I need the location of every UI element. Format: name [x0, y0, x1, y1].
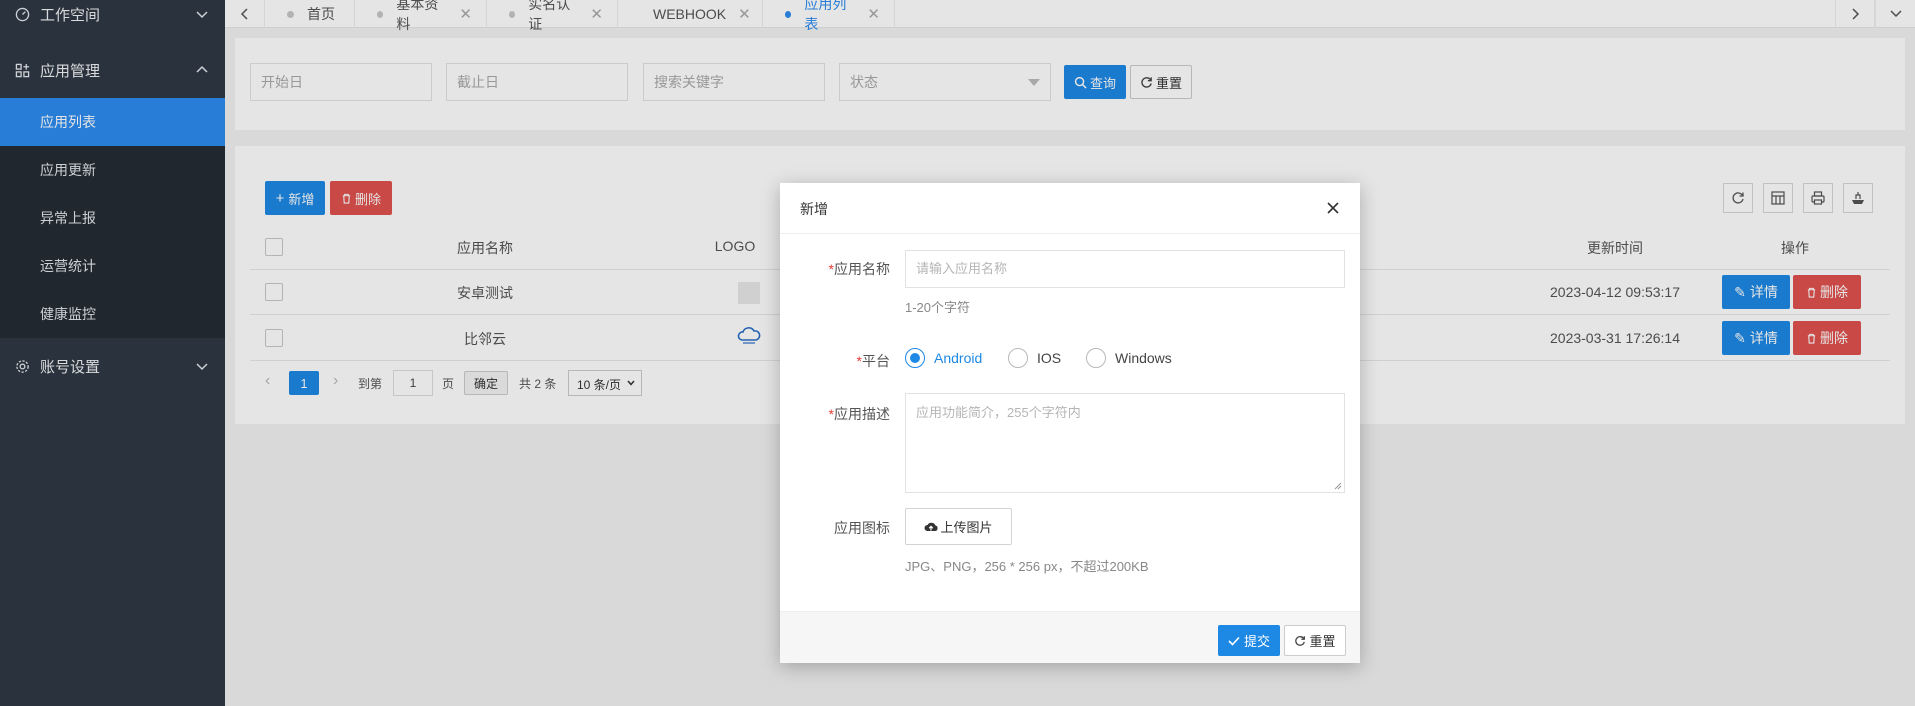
- platform-radio-windows[interactable]: Windows: [1086, 348, 1172, 368]
- check-icon: [1228, 636, 1240, 646]
- resize-handle-icon[interactable]: [1334, 482, 1342, 490]
- dialog-reset-button[interactable]: 重置: [1284, 625, 1346, 656]
- radio-icon: [1008, 348, 1028, 368]
- app-description-label: *应用描述: [828, 406, 890, 422]
- upload-image-button[interactable]: 上传图片: [905, 508, 1012, 545]
- app-name-hint: 1-20个字符: [905, 300, 971, 315]
- dialog-header: 新增: [780, 183, 1360, 234]
- dialog-footer: 提交 重置: [780, 611, 1360, 663]
- platform-radio-ios[interactable]: IOS: [1008, 348, 1061, 368]
- app-icon-label: 应用图标: [834, 520, 890, 536]
- radio-icon: [905, 348, 925, 368]
- app-icon-hint: JPG、PNG，256 * 256 px，不超过200KB: [905, 559, 1149, 574]
- app-name-label: *应用名称: [828, 261, 890, 277]
- platform-radio-android[interactable]: Android: [905, 348, 982, 368]
- radio-icon: [1086, 348, 1106, 368]
- platform-label: *平台: [856, 353, 890, 369]
- close-icon[interactable]: [1322, 197, 1344, 219]
- app-description-textarea[interactable]: 应用功能简介，255个字符内: [905, 393, 1345, 493]
- cloud-upload-icon: [924, 522, 939, 531]
- add-app-dialog: 新增 *应用名称 请输入应用名称 1-20个字符 *平台 Android IOS…: [780, 183, 1360, 663]
- submit-button[interactable]: 提交: [1218, 625, 1280, 656]
- app-name-input[interactable]: 请输入应用名称: [905, 250, 1345, 288]
- dialog-title: 新增: [800, 201, 828, 217]
- refresh-icon: [1295, 635, 1306, 646]
